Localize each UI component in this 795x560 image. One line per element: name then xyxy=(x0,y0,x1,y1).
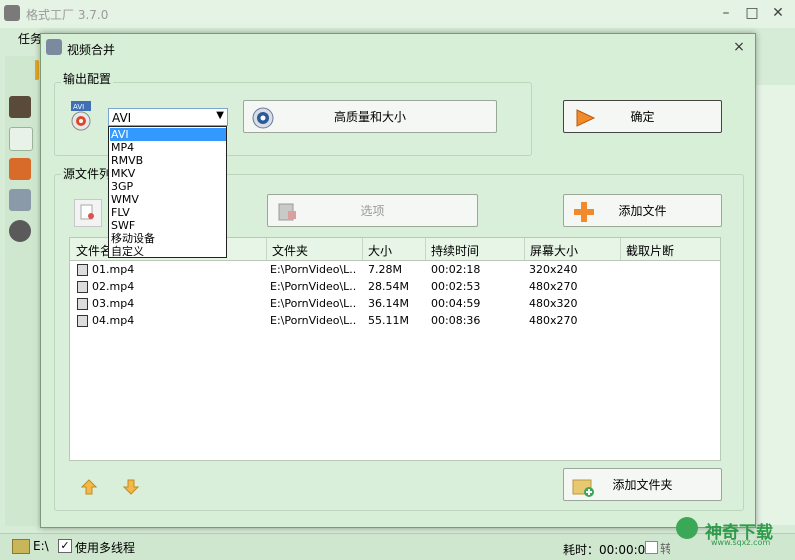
add-file-button-label: 添加文件 xyxy=(618,204,667,218)
format-select[interactable]: AVI ▼ xyxy=(108,108,228,126)
add-folder-button[interactable]: 添加文件夹 xyxy=(563,468,722,501)
video-category-icon[interactable] xyxy=(9,96,31,118)
cell-filename: 02.mp4 xyxy=(92,280,135,293)
cell-screen-size: 480x270 xyxy=(529,280,578,293)
options-button-label: 选项 xyxy=(360,204,385,218)
chevron-down-icon[interactable]: ▼ xyxy=(216,110,224,121)
format-option-custom[interactable]: 自定义 xyxy=(110,245,226,258)
video-file-icon xyxy=(77,264,88,276)
col-separator[interactable] xyxy=(425,238,426,260)
file-table: 文件名 文件夹 大小 持续时间 屏幕大小 截取片断 01.mp4 E:\Porn… xyxy=(69,237,721,461)
video-file-icon xyxy=(77,315,88,327)
cell-folder: E:\PornVideo\L... xyxy=(270,314,356,327)
cell-duration: 00:08:36 xyxy=(431,314,481,327)
utilities-icon[interactable] xyxy=(9,220,31,242)
menu-task[interactable]: 任务 xyxy=(18,30,42,47)
shutdown-label: 转换完成后关闭电脑 xyxy=(660,542,670,556)
format-option-mp4[interactable]: MP4 xyxy=(110,141,226,154)
close-main-icon[interactable]: ✕ xyxy=(768,4,788,22)
dialog-title: 视频合并 xyxy=(67,43,116,57)
ok-button[interactable]: 确定 xyxy=(563,100,722,133)
rom-device-icon[interactable] xyxy=(9,189,31,211)
audio-category-icon[interactable] xyxy=(9,127,33,151)
col-header-folder[interactable]: 文件夹 xyxy=(272,242,308,259)
video-merge-dialog: 视频合并 × 输出配置 AVI AVI ▼ 高质量和大小 确定 源文件列表 选项… xyxy=(40,33,756,528)
cell-size: 7.28M xyxy=(368,263,402,276)
format-option-mobile[interactable]: 移动设备 xyxy=(110,232,226,245)
multithread-checkbox[interactable]: ✓ xyxy=(58,539,72,553)
format-option-3gp[interactable]: 3GP xyxy=(110,180,226,193)
cell-filename: 04.mp4 xyxy=(92,314,135,327)
add-folder-button-label: 添加文件夹 xyxy=(612,478,673,492)
dialog-icon xyxy=(46,39,62,55)
table-row[interactable]: 04.mp4 E:\PornVideo\L... 55.11M 00:08:36… xyxy=(70,313,720,330)
cell-duration: 00:02:53 xyxy=(431,280,481,293)
col-separator[interactable] xyxy=(524,238,525,260)
cell-screen-size: 320x240 xyxy=(529,263,578,276)
format-option-avi[interactable]: AVI xyxy=(110,128,226,141)
table-row[interactable]: 03.mp4 E:\PornVideo\L... 36.14M 00:04:59… xyxy=(70,296,720,313)
output-drive: E:\ xyxy=(33,539,49,553)
task-list-panel xyxy=(755,85,795,525)
multithread-label: 使用多线程 xyxy=(75,541,136,555)
col-header-size[interactable]: 大小 xyxy=(368,242,392,259)
quality-button[interactable]: 高质量和大小 xyxy=(243,100,497,133)
format-option-swf[interactable]: SWF xyxy=(110,219,226,232)
drive-folder-icon[interactable] xyxy=(12,539,30,554)
format-select-value: AVI xyxy=(112,111,132,125)
format-dropdown-list: AVI MP4 RMVB MKV 3GP WMV FLV SWF 移动设备 自定… xyxy=(108,126,227,258)
table-row[interactable]: 01.mp4 E:\PornVideo\L... 7.28M 00:02:18 … xyxy=(70,262,720,279)
cell-screen-size: 480x320 xyxy=(529,297,578,310)
col-separator[interactable] xyxy=(620,238,621,260)
output-config-label: 输出配置 xyxy=(61,70,114,87)
app-logo-icon xyxy=(4,5,20,21)
cell-folder: E:\PornVideo\L... xyxy=(270,297,356,310)
cell-size: 36.14M xyxy=(368,297,409,310)
video-file-icon xyxy=(77,298,88,310)
cell-folder: E:\PornVideo\L... xyxy=(270,263,356,276)
cell-size: 55.11M xyxy=(368,314,409,327)
format-option-rmvb[interactable]: RMVB xyxy=(110,154,226,167)
clear-list-icon xyxy=(80,204,94,220)
format-option-mkv[interactable]: MKV xyxy=(110,167,226,180)
col-header-filename[interactable]: 文件名 xyxy=(76,242,112,259)
move-up-icon[interactable] xyxy=(81,479,97,495)
shutdown-checkbox[interactable] xyxy=(645,541,658,554)
cell-filename: 01.mp4 xyxy=(92,263,135,276)
maximize-icon[interactable]: □ xyxy=(742,4,762,22)
col-header-screen-size[interactable]: 屏幕大小 xyxy=(530,242,578,259)
col-separator[interactable] xyxy=(266,238,267,260)
picture-category-icon[interactable] xyxy=(9,158,31,180)
clear-list-button[interactable] xyxy=(74,199,102,227)
col-header-duration[interactable]: 持续时间 xyxy=(431,242,479,259)
main-titlebar xyxy=(0,0,795,28)
options-button[interactable]: 选项 xyxy=(267,194,478,227)
table-row[interactable]: 02.mp4 E:\PornVideo\L... 28.54M 00:02:53… xyxy=(70,279,720,296)
cell-filename: 03.mp4 xyxy=(92,297,135,310)
move-down-icon[interactable] xyxy=(123,479,139,495)
elapsed-time: 耗时：00:00:00 xyxy=(563,543,653,557)
video-file-icon xyxy=(77,281,88,293)
cell-size: 28.54M xyxy=(368,280,409,293)
watermark-url: www.sqxz.com xyxy=(711,538,771,547)
svg-text:AVI: AVI xyxy=(73,103,84,111)
quality-button-label: 高质量和大小 xyxy=(333,110,406,124)
ok-button-label: 确定 xyxy=(630,110,655,124)
avi-format-icon: AVI xyxy=(71,101,91,131)
cell-duration: 00:04:59 xyxy=(431,297,481,310)
app-title: 格式工厂 3.7.0 xyxy=(26,8,109,22)
col-header-clip[interactable]: 截取片断 xyxy=(626,242,674,259)
watermark-logo-icon xyxy=(676,517,698,539)
close-icon[interactable]: × xyxy=(730,38,748,56)
col-separator[interactable] xyxy=(362,238,363,260)
cell-duration: 00:02:18 xyxy=(431,263,481,276)
minimize-icon[interactable]: – xyxy=(716,4,736,22)
format-option-wmv[interactable]: WMV xyxy=(110,193,226,206)
cell-folder: E:\PornVideo\L... xyxy=(270,280,356,293)
format-option-flv[interactable]: FLV xyxy=(110,206,226,219)
cell-screen-size: 480x270 xyxy=(529,314,578,327)
add-file-button[interactable]: 添加文件 xyxy=(563,194,722,227)
